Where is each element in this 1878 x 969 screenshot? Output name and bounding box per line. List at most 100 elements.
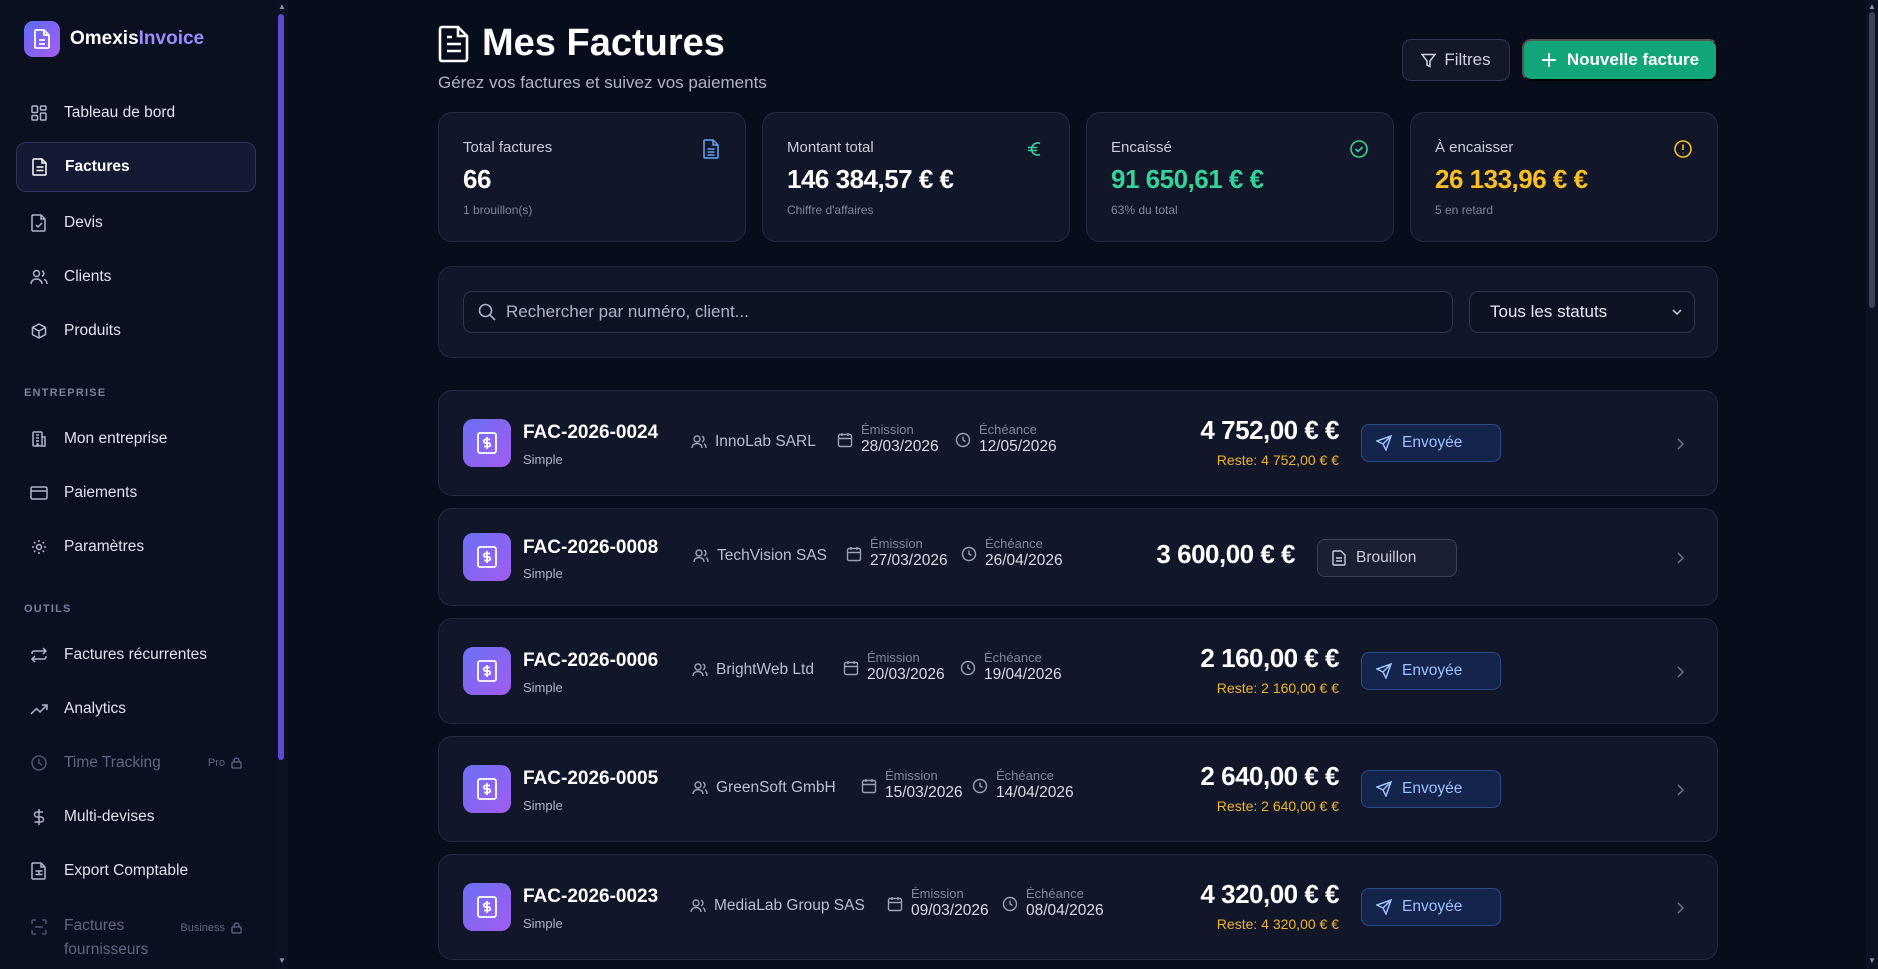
sidebar-item-clients[interactable]: Clients	[16, 252, 256, 302]
user-icon	[691, 435, 707, 449]
business-badge: Business	[180, 922, 242, 934]
page-title-file-icon	[438, 25, 469, 62]
chevron-right-icon[interactable]	[1673, 783, 1687, 797]
sidebar-item-factures-recurrentes[interactable]: Factures récurrentes	[16, 630, 256, 680]
stat-value: 66	[463, 164, 491, 194]
file-draft-icon	[1332, 550, 1346, 566]
sidebar-item-factures-fournisseurs[interactable]: Factures fournisseurs Business	[16, 912, 256, 964]
invoice-row[interactable]: FAC-2026-0006 Simple BrightWeb Ltd Émiss…	[438, 618, 1718, 724]
status-select-value: Tous les statuts	[1490, 302, 1608, 321]
invoice-due-date: Échéance 19/04/2026	[960, 651, 1062, 685]
sidebar-item-export-comptable[interactable]: Export Comptable	[16, 846, 256, 896]
filter-button[interactable]: Filtres	[1402, 39, 1510, 81]
app-logo[interactable]: OmexisInvoice	[24, 21, 204, 57]
page-scrollbar[interactable]: ▲ ▼	[1866, 0, 1878, 969]
lock-icon	[231, 757, 242, 769]
invoice-emission-date: Émission 27/03/2026	[846, 537, 948, 571]
invoice-type: Simple	[523, 798, 563, 813]
sidebar-item-parametres[interactable]: Paramètres	[16, 522, 256, 572]
invoice-emission-date: Émission 09/03/2026	[887, 887, 989, 921]
send-icon	[1376, 435, 1392, 451]
status-badge: Envoyée	[1361, 424, 1501, 462]
sidebar-item-analytics[interactable]: Analytics	[16, 684, 256, 734]
stat-card-a-encaisser: À encaisser 26 133,96 € € 5 en retard	[1410, 112, 1718, 242]
search-icon	[478, 303, 496, 321]
chevron-right-icon[interactable]	[1673, 551, 1687, 565]
invoice-amount: 3 600,00 € €	[1156, 539, 1295, 569]
invoice-emission-date: Émission 15/03/2026	[861, 769, 963, 803]
invoice-client: GreenSoft GmbH	[692, 779, 836, 797]
user-icon	[692, 663, 708, 677]
sidebar-item-factures[interactable]: Factures	[16, 142, 256, 192]
euro-icon	[1028, 142, 1041, 156]
invoice-amount: 4 752,00 € €	[1200, 415, 1339, 445]
sidebar-item-paiements[interactable]: Paiements	[16, 468, 256, 518]
invoice-remaining: Reste: 2 640,00 € €	[1216, 798, 1339, 814]
status-select[interactable]: Tous les statuts	[1469, 291, 1695, 333]
repeat-icon	[30, 646, 48, 664]
invoice-emission-date: Émission 28/03/2026	[837, 423, 939, 457]
scroll-up-arrow-icon[interactable]: ▲	[1867, 2, 1877, 11]
invoice-amount: 4 320,00 € €	[1200, 879, 1339, 909]
chevron-right-icon[interactable]	[1673, 665, 1687, 679]
calendar-icon	[837, 433, 853, 448]
sidebar-item-mon-entreprise[interactable]: Mon entreprise	[16, 414, 256, 464]
page-header: Mes Factures	[438, 22, 725, 65]
stat-label: Montant total	[787, 139, 874, 156]
sidebar-scrollbar[interactable]: ▲ ▼	[276, 0, 288, 969]
status-badge: Envoyée	[1361, 770, 1501, 808]
sidebar-scrollbar-thumb[interactable]	[278, 14, 284, 760]
scroll-up-arrow-icon[interactable]: ▲	[277, 2, 287, 11]
sidebar-item-produits[interactable]: Produits	[16, 306, 256, 356]
invoice-due-date: Échéance 26/04/2026	[961, 537, 1063, 571]
sidebar-item-label: Clients	[64, 268, 112, 285]
logo-document-icon	[24, 21, 60, 57]
file-text-icon	[703, 139, 719, 159]
stat-label: À encaisser	[1435, 139, 1514, 156]
sidebar-item-multi-devises[interactable]: Multi-devises	[16, 792, 256, 842]
invoice-emission-date: Émission 20/03/2026	[843, 651, 945, 685]
sidebar-item-tableau-de-bord[interactable]: Tableau de bord	[16, 88, 256, 138]
sidebar-item-devis[interactable]: Devis	[16, 198, 256, 248]
app-name: OmexisInvoice	[70, 28, 205, 49]
stat-card-total-factures: Total factures 66 1 brouillon(s)	[438, 112, 746, 242]
chevron-down-icon	[1672, 309, 1682, 316]
calendar-icon	[843, 661, 859, 676]
stat-subtext: 1 brouillon(s)	[463, 203, 533, 217]
stat-value: 26 133,96 € €	[1435, 164, 1588, 194]
invoice-row[interactable]: FAC-2026-0024 Simple InnoLab SARL Émissi…	[438, 390, 1718, 496]
clock-icon	[955, 432, 971, 448]
page-scrollbar-thumb[interactable]	[1869, 12, 1875, 308]
user-icon	[692, 781, 708, 795]
invoice-row[interactable]: FAC-2026-0005 Simple GreenSoft GmbH Émis…	[438, 736, 1718, 842]
dollar-icon	[30, 808, 48, 826]
sidebar-item-time-tracking[interactable]: Time Tracking Pro	[16, 738, 256, 788]
chevron-right-icon[interactable]	[1673, 437, 1687, 451]
scroll-down-arrow-icon[interactable]: ▼	[277, 956, 287, 965]
search-box[interactable]	[463, 291, 1453, 333]
stat-card-montant-total: Montant total 146 384,57 € € Chiffre d'a…	[762, 112, 1070, 242]
stat-subtext: 63% du total	[1111, 203, 1178, 217]
new-invoice-button[interactable]: Nouvelle facture	[1522, 39, 1718, 81]
clock-icon	[960, 660, 976, 676]
invoice-row[interactable]: FAC-2026-0023 Simple MediaLab Group SAS …	[438, 854, 1718, 960]
stat-value: 146 384,57 € €	[787, 164, 954, 194]
search-input[interactable]	[506, 302, 1406, 322]
sidebar-item-label: Produits	[64, 322, 121, 339]
invoice-dollar-file-icon	[463, 883, 511, 931]
send-icon	[1376, 781, 1392, 797]
invoice-row[interactable]: FAC-2026-0008 Simple TechVision SAS Émis…	[438, 508, 1718, 606]
stat-subtext: Chiffre d'affaires	[787, 203, 874, 217]
clock-icon	[972, 778, 988, 794]
invoice-number: FAC-2026-0006	[523, 650, 659, 671]
scan-icon	[30, 918, 48, 936]
invoice-dollar-file-icon	[463, 765, 511, 813]
invoice-type: Simple	[523, 452, 563, 467]
plus-icon	[1541, 53, 1556, 67]
chevron-right-icon[interactable]	[1673, 901, 1687, 915]
sidebar-item-label: Devis	[64, 214, 103, 231]
stat-subtext: 5 en retard	[1435, 203, 1494, 217]
send-icon	[1376, 899, 1392, 915]
invoice-amount: 2 640,00 € €	[1200, 761, 1339, 791]
scroll-down-arrow-icon[interactable]: ▼	[1867, 956, 1877, 965]
